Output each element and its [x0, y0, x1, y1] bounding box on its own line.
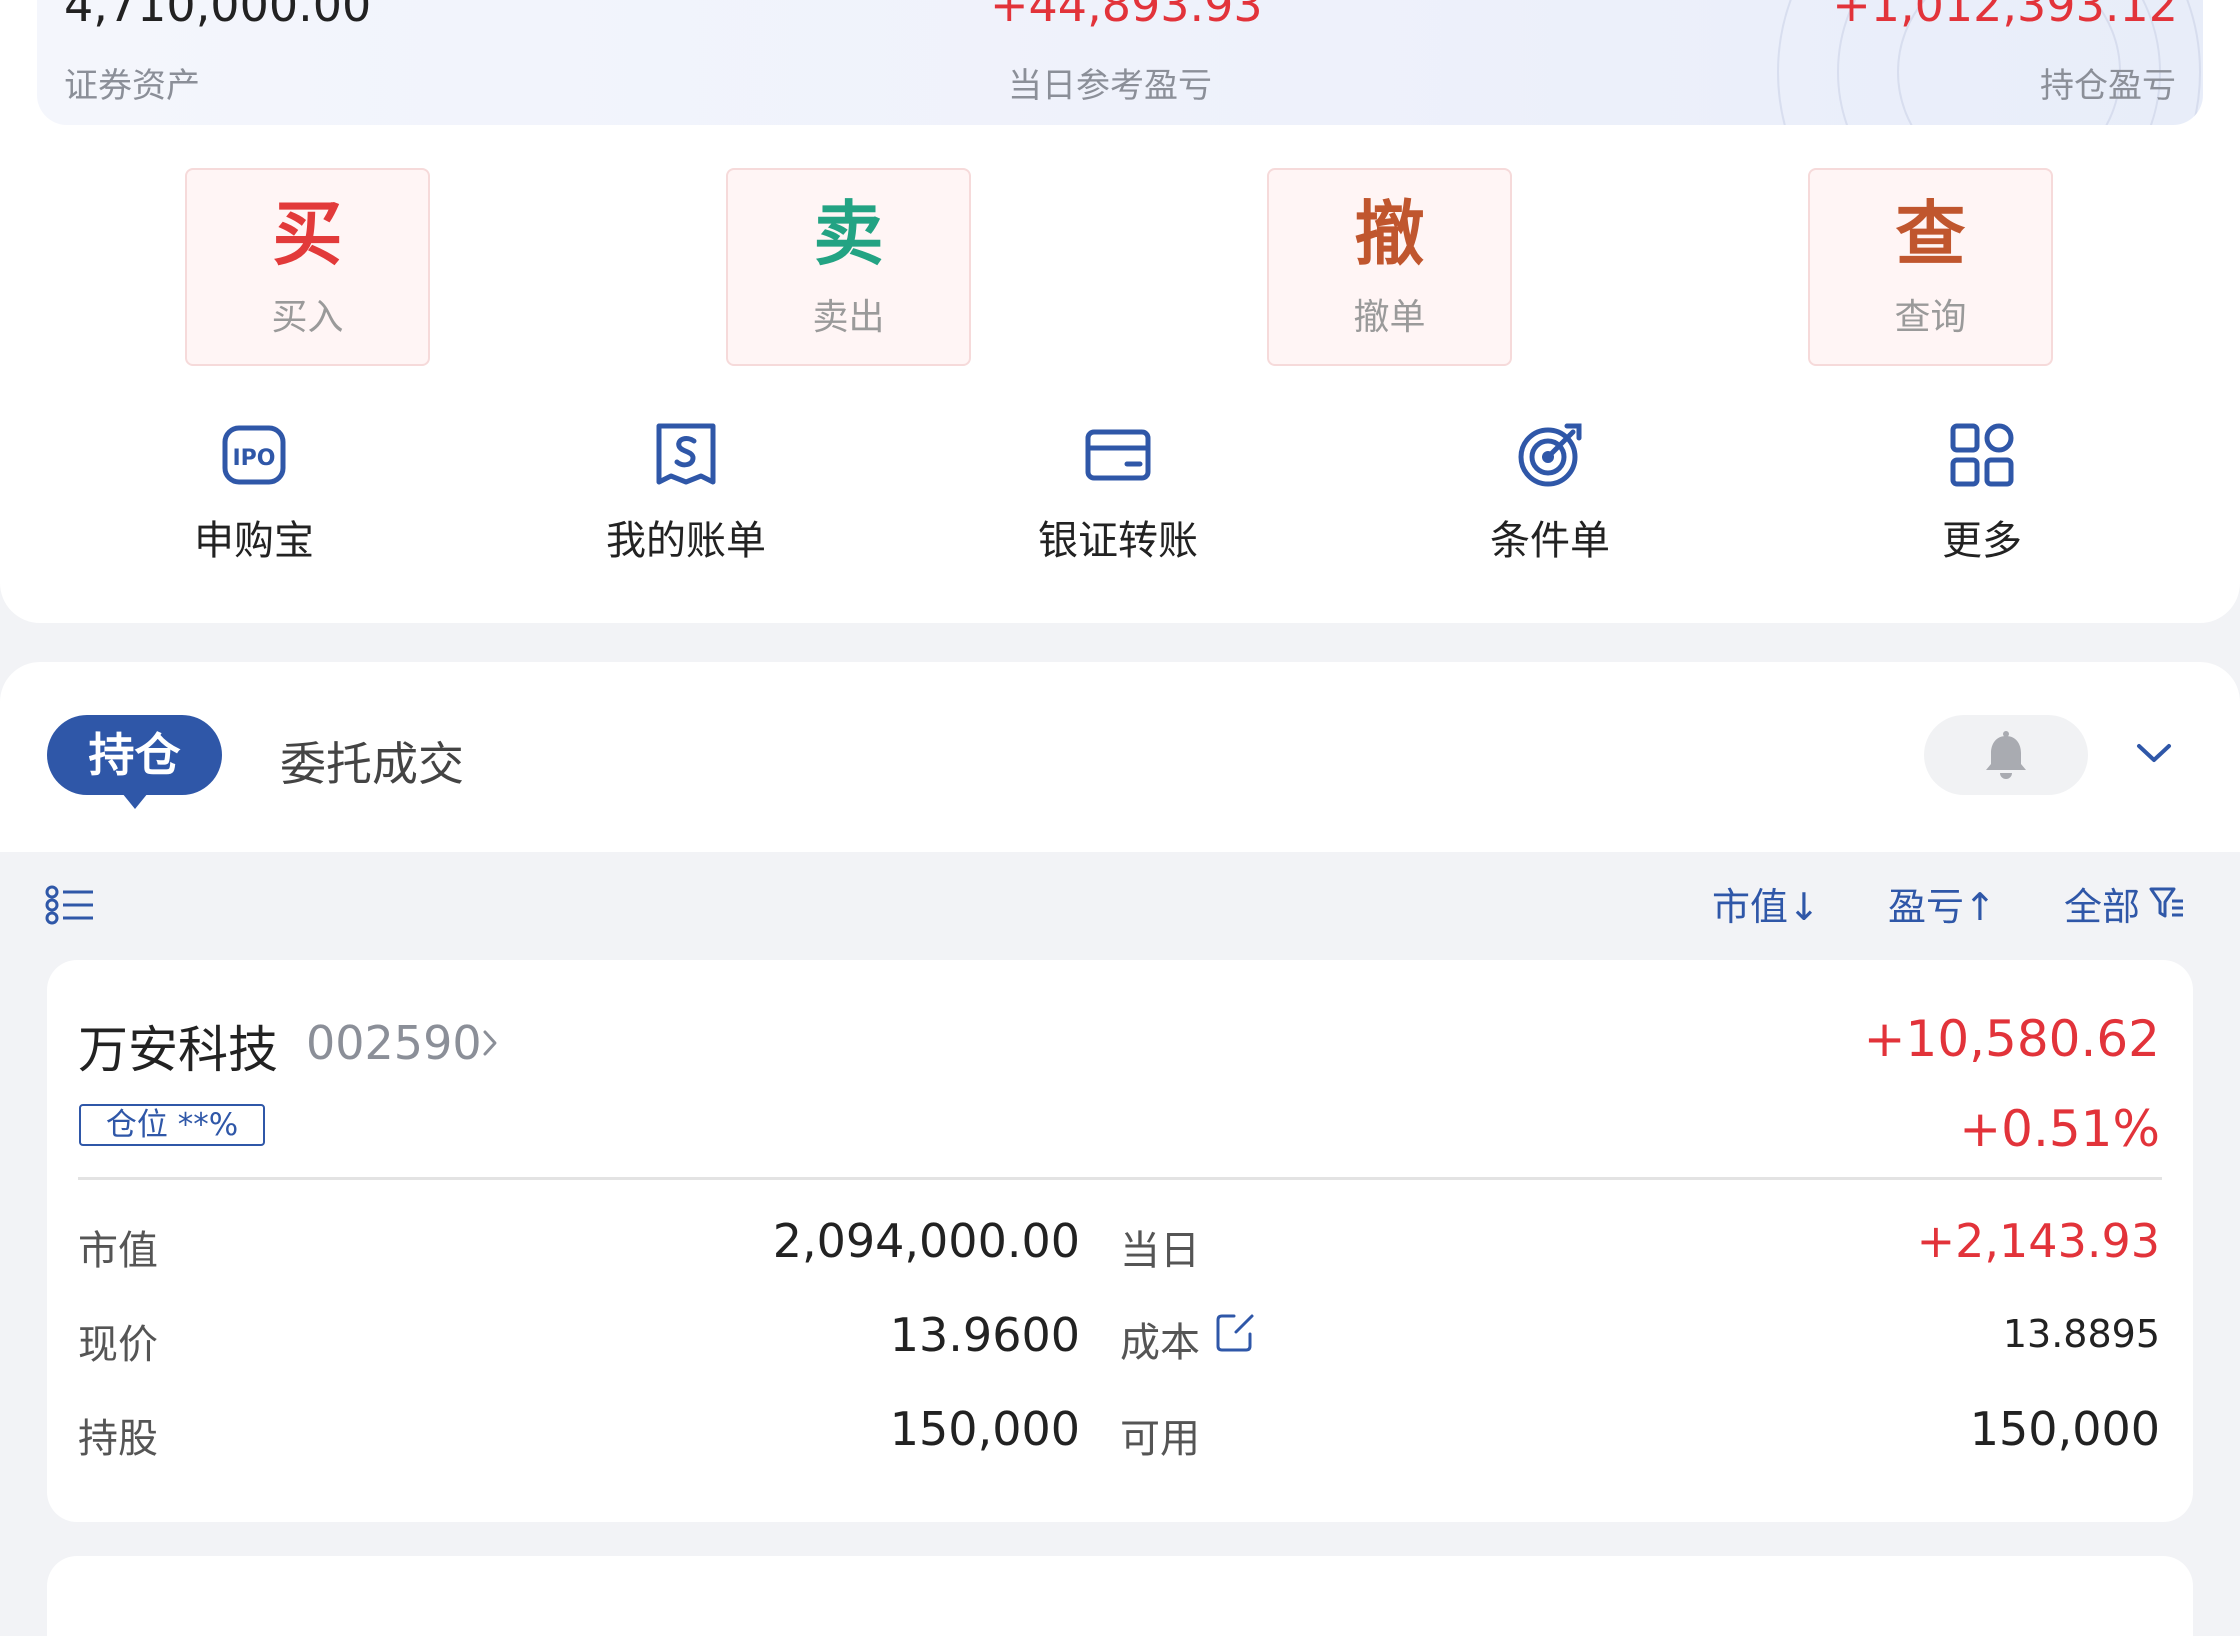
tab-positions[interactable]: 持仓 [47, 715, 222, 809]
ipo-label: 申购宝 [194, 518, 314, 564]
filter-all-button[interactable]: 全部 [2064, 876, 2140, 931]
position-pl-label: 持仓盈亏 [2040, 66, 2176, 106]
stock-profit: +10,580.62 [1863, 1010, 2160, 1068]
shares-held-label: 持股 [78, 1416, 158, 1462]
cancel-glyph: 撤 [1354, 193, 1425, 275]
transfer-label: 银证转账 [1038, 518, 1198, 564]
conditional-label: 条件单 [1490, 518, 1610, 564]
tab-pointer [122, 793, 148, 809]
cost-label: 成本 [1120, 1320, 1200, 1366]
my-bill-button[interactable]: 我的账单 [556, 420, 816, 566]
daily-pl-label: 当日参考盈亏 [1008, 66, 1212, 106]
ipo-subscription-button[interactable]: IPO 申购宝 [124, 420, 384, 566]
filter-funnel-icon[interactable] [2148, 884, 2186, 922]
sell-glyph: 卖 [813, 193, 884, 275]
securities-assets-value: 4,710,000.00 [64, 0, 372, 32]
stock-profit-percent: +0.51% [1959, 1100, 2160, 1158]
chevron-right-icon[interactable] [480, 1024, 502, 1062]
chevron-down-icon[interactable] [2134, 738, 2174, 768]
position-ratio-badge: 仓位 **% [79, 1104, 265, 1146]
available-label: 可用 [1120, 1416, 1200, 1462]
daily-pl-value: +44,893.93 [990, 0, 1263, 32]
notification-toggle[interactable] [1924, 715, 2088, 795]
current-price-label: 现价 [78, 1322, 158, 1368]
more-button[interactable]: 更多 [1852, 420, 2112, 566]
grid-icon [1950, 423, 2014, 487]
bill-label: 我的账单 [606, 518, 766, 564]
current-price: 13.9600 [889, 1308, 1080, 1362]
query-label: 查询 [1894, 297, 1967, 338]
cancel-order-button[interactable]: 撤 撤单 [1267, 168, 1512, 366]
today-profit: +2,143.93 [1916, 1214, 2160, 1268]
filter-all-label: 全部 [2064, 885, 2141, 929]
bell-icon [1986, 731, 2026, 779]
query-button[interactable]: 查 查询 [1808, 168, 2053, 366]
bill-icon [656, 423, 716, 485]
svg-text:IPO: IPO [232, 446, 275, 471]
buy-label: 买入 [271, 297, 344, 338]
stock-name[interactable]: 万安科技 [78, 1010, 278, 1082]
available-shares: 150,000 [1969, 1402, 2160, 1456]
stock-code[interactable]: 002590 [306, 1016, 482, 1070]
securities-assets-label: 证券资产 [64, 66, 200, 106]
buy-button[interactable]: 买 买入 [185, 168, 430, 366]
edit-icon[interactable] [1214, 1310, 1258, 1354]
more-label: 更多 [1942, 518, 2022, 564]
card-icon [1085, 429, 1151, 481]
position-pl-value: +1,012,393.12 [1832, 0, 2178, 32]
sort-profit-button[interactable]: 盈亏↑ [1888, 876, 1996, 931]
sort-market-value-button[interactable]: 市值↓ [1712, 876, 1820, 931]
list-view-icon[interactable] [45, 885, 95, 925]
shares-held: 150,000 [889, 1402, 1080, 1456]
tab-positions-label: 持仓 [88, 728, 181, 782]
card-divider [78, 1177, 2162, 1180]
ipo-icon: IPO [222, 425, 286, 485]
sell-label: 卖出 [812, 297, 885, 338]
cost-price: 13.8895 [2002, 1312, 2160, 1356]
next-stock-card[interactable] [47, 1556, 2193, 1636]
target-icon [1518, 423, 1582, 487]
query-glyph: 查 [1895, 193, 1966, 275]
today-label: 当日 [1120, 1228, 1200, 1274]
market-value: 2,094,000.00 [772, 1214, 1080, 1268]
cancel-label: 撤单 [1353, 297, 1426, 338]
tab-orders[interactable]: 委托成交 [280, 728, 464, 794]
conditional-order-button[interactable]: 条件单 [1420, 420, 1680, 566]
market-value-label: 市值 [78, 1228, 158, 1274]
buy-glyph: 买 [272, 193, 343, 275]
bank-transfer-button[interactable]: 银证转账 [988, 420, 1248, 566]
sell-button[interactable]: 卖 卖出 [726, 168, 971, 366]
